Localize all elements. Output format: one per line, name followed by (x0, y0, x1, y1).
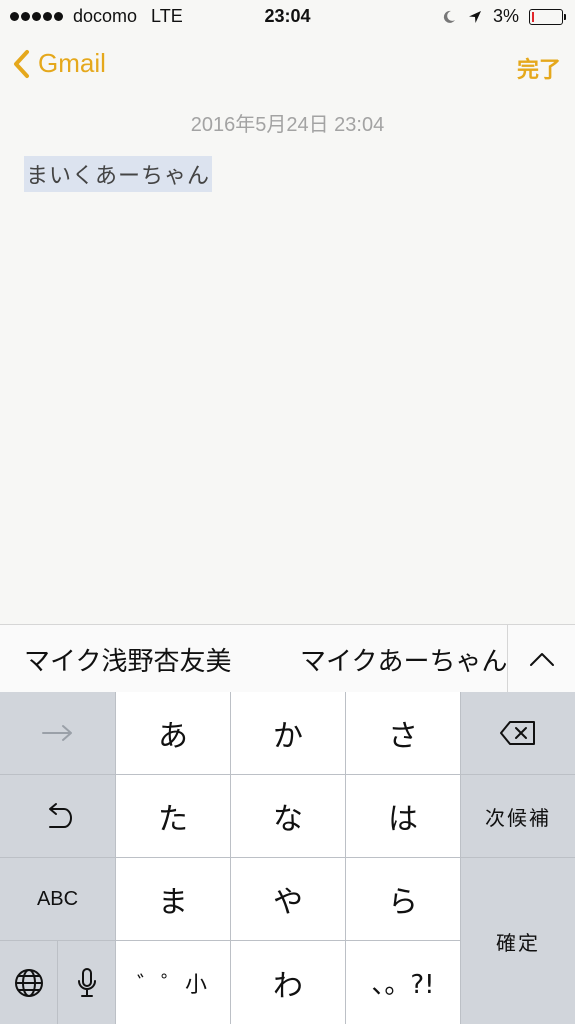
note-body-text[interactable]: まいくあーちゃん (24, 156, 213, 192)
key-ya[interactable]: や (231, 858, 346, 941)
candidate-2[interactable]: マイクあーちゃん (300, 641, 507, 678)
globe-icon (14, 968, 43, 997)
backspace-icon (500, 721, 535, 745)
microphone-icon (77, 967, 96, 997)
key-ha[interactable]: は (346, 775, 461, 858)
delete-key[interactable] (461, 692, 575, 775)
battery-icon (529, 8, 566, 25)
key-wa[interactable]: わ (231, 941, 346, 1024)
note-timestamp: 2016年5月24日 23:04 (190, 114, 385, 136)
key-a[interactable]: あ (116, 692, 231, 775)
abc-key[interactable]: ABC (0, 858, 116, 941)
undo-icon (48, 803, 72, 828)
battery-percent: 3% (492, 6, 519, 26)
nav-bar: Gmail 完了 (0, 40, 575, 92)
location-arrow-icon (468, 10, 481, 23)
dictation-key[interactable] (58, 941, 116, 1024)
status-bar: docomo LTE 23:04 3% (0, 0, 575, 34)
keyboard: あ か さ た な は 次候補 ABC ま や ら 確定 ゛゜小 わ 、。?! (0, 692, 575, 1024)
key-ta[interactable]: た (116, 775, 231, 858)
key-na[interactable]: な (231, 775, 346, 858)
candidate-1[interactable]: マイク浅野杏友美 (24, 641, 231, 678)
key-punctuation[interactable]: 、。?! (346, 941, 461, 1024)
prediction-bar: マイク浅野杏友美 マイクあーちゃん (0, 624, 575, 693)
back-label: Gmail (38, 48, 106, 78)
arrow-right-icon (41, 725, 72, 741)
back-button[interactable]: Gmail (12, 48, 106, 79)
candidate-list: マイク浅野杏友美 マイクあーちゃん (0, 625, 507, 693)
next-candidate-key[interactable]: 次候補 (461, 775, 575, 858)
expand-candidates-button[interactable] (507, 625, 575, 693)
globe-key[interactable] (0, 941, 58, 1024)
moon-icon (443, 10, 455, 23)
key-sa[interactable]: さ (346, 692, 461, 775)
chevron-left-icon (14, 49, 29, 78)
confirm-key[interactable]: 確定 (461, 858, 575, 1024)
key-ma[interactable]: ま (116, 858, 231, 941)
undo-key[interactable] (0, 775, 116, 858)
chevron-up-icon (529, 653, 554, 666)
cursor-right-key[interactable] (0, 692, 116, 775)
done-button[interactable]: 完了 (517, 52, 561, 84)
key-dakuten-small[interactable]: ゛゜小 (116, 941, 231, 1024)
status-right: 3% (441, 6, 566, 27)
key-ra[interactable]: ら (346, 858, 461, 941)
key-ka[interactable]: か (231, 692, 346, 775)
